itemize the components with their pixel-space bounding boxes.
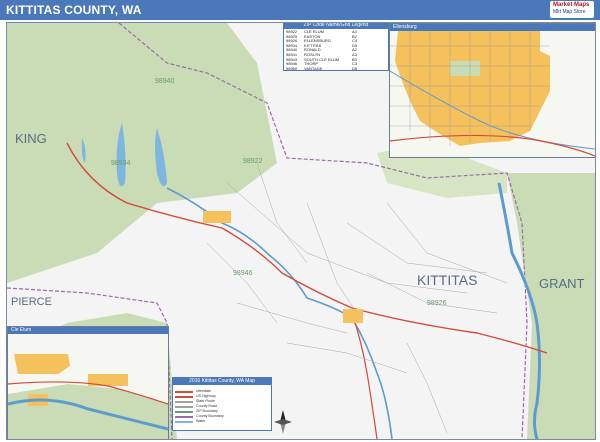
publisher-logo: Market Maps Mkt Map Store <box>550 1 594 18</box>
zip-legend-title: ZIP Code Name/Grid Legend <box>284 23 388 29</box>
county-label-kittitas: KITTITAS <box>417 272 477 288</box>
inset-cle-elum-svg <box>8 334 168 439</box>
zip-legend-table: 98922 CLE ELUM A3 98925 EASTON B2 98926 ELLENSB… <box>286 29 358 72</box>
inset-ellensburg[interactable]: Ellensburg <box>389 23 595 158</box>
interstate-82 <box>351 312 378 439</box>
map-legend-rows: Interstate US Highway State Route County Ro… <box>175 389 224 424</box>
zip-label-98934: 98934 <box>111 160 131 167</box>
inset-cle-elum-city-a <box>14 354 70 374</box>
compass-north-label: N <box>280 409 284 411</box>
inset-ellensburg-title: Ellensburg <box>393 24 417 30</box>
legend-swatch <box>175 390 193 393</box>
legend-swatch <box>175 410 193 413</box>
map-legend-title: 2016 Kittitas County, WA Map <box>173 378 271 385</box>
forest-area-west <box>7 23 277 283</box>
city-cle-elum <box>203 211 231 223</box>
map-title: KITTITAS COUNTY, WA <box>6 3 142 17</box>
zip-legend-row: 98950 VANTAGE D6 <box>286 65 358 72</box>
zip-label-98926: 98926 <box>427 300 447 307</box>
legend-swatch <box>175 395 193 398</box>
county-label-grant: GRANT <box>539 276 585 291</box>
inset-ellensburg-svg <box>390 31 595 157</box>
map-legend-row: Water <box>175 419 224 424</box>
zip-code: 98950 <box>286 65 298 71</box>
zip-label-98946: 98946 <box>233 270 253 277</box>
compass-rose: N <box>274 409 292 434</box>
main-map[interactable]: KING KITTITAS GRANT PIERCE 98940 98922 9… <box>6 22 596 440</box>
header-bar: KITTITAS COUNTY, WA Market Maps Mkt Map … <box>0 0 600 20</box>
logo-text: Market Maps <box>553 2 590 8</box>
zip-label-98940: 98940 <box>155 78 175 85</box>
legend-swatch <box>175 420 193 423</box>
inset-cle-elum-titlebar: Cle Elum <box>8 327 168 334</box>
zip-legend: ZIP Code Name/Grid Legend 98922 CLE ELUM A… <box>283 23 389 72</box>
inset-cle-elum[interactable]: Cle Elum <box>7 326 169 439</box>
forest-area-east <box>507 173 595 439</box>
legend-label: Water <box>196 419 206 423</box>
legend-swatch <box>175 405 193 408</box>
zip-label-98922: 98922 <box>243 158 263 165</box>
legend-swatch <box>175 400 193 403</box>
zip-name: VANTAGE <box>304 65 323 71</box>
county-label-king: KING <box>15 131 47 146</box>
logo-subtext: Mkt Map Store <box>553 9 586 15</box>
inset-ellensburg-titlebar: Ellensburg <box>390 24 595 31</box>
city-ellensburg <box>343 309 363 323</box>
inset-ellensburg-park <box>450 61 480 76</box>
zip-grid: D6 <box>352 65 358 71</box>
inset-cle-elum-title: Cle Elum <box>11 327 32 333</box>
map-legend: 2016 Kittitas County, WA Map Interstate U… <box>172 377 272 431</box>
county-label-pierce: PIERCE <box>11 296 52 308</box>
legend-swatch <box>175 415 193 418</box>
